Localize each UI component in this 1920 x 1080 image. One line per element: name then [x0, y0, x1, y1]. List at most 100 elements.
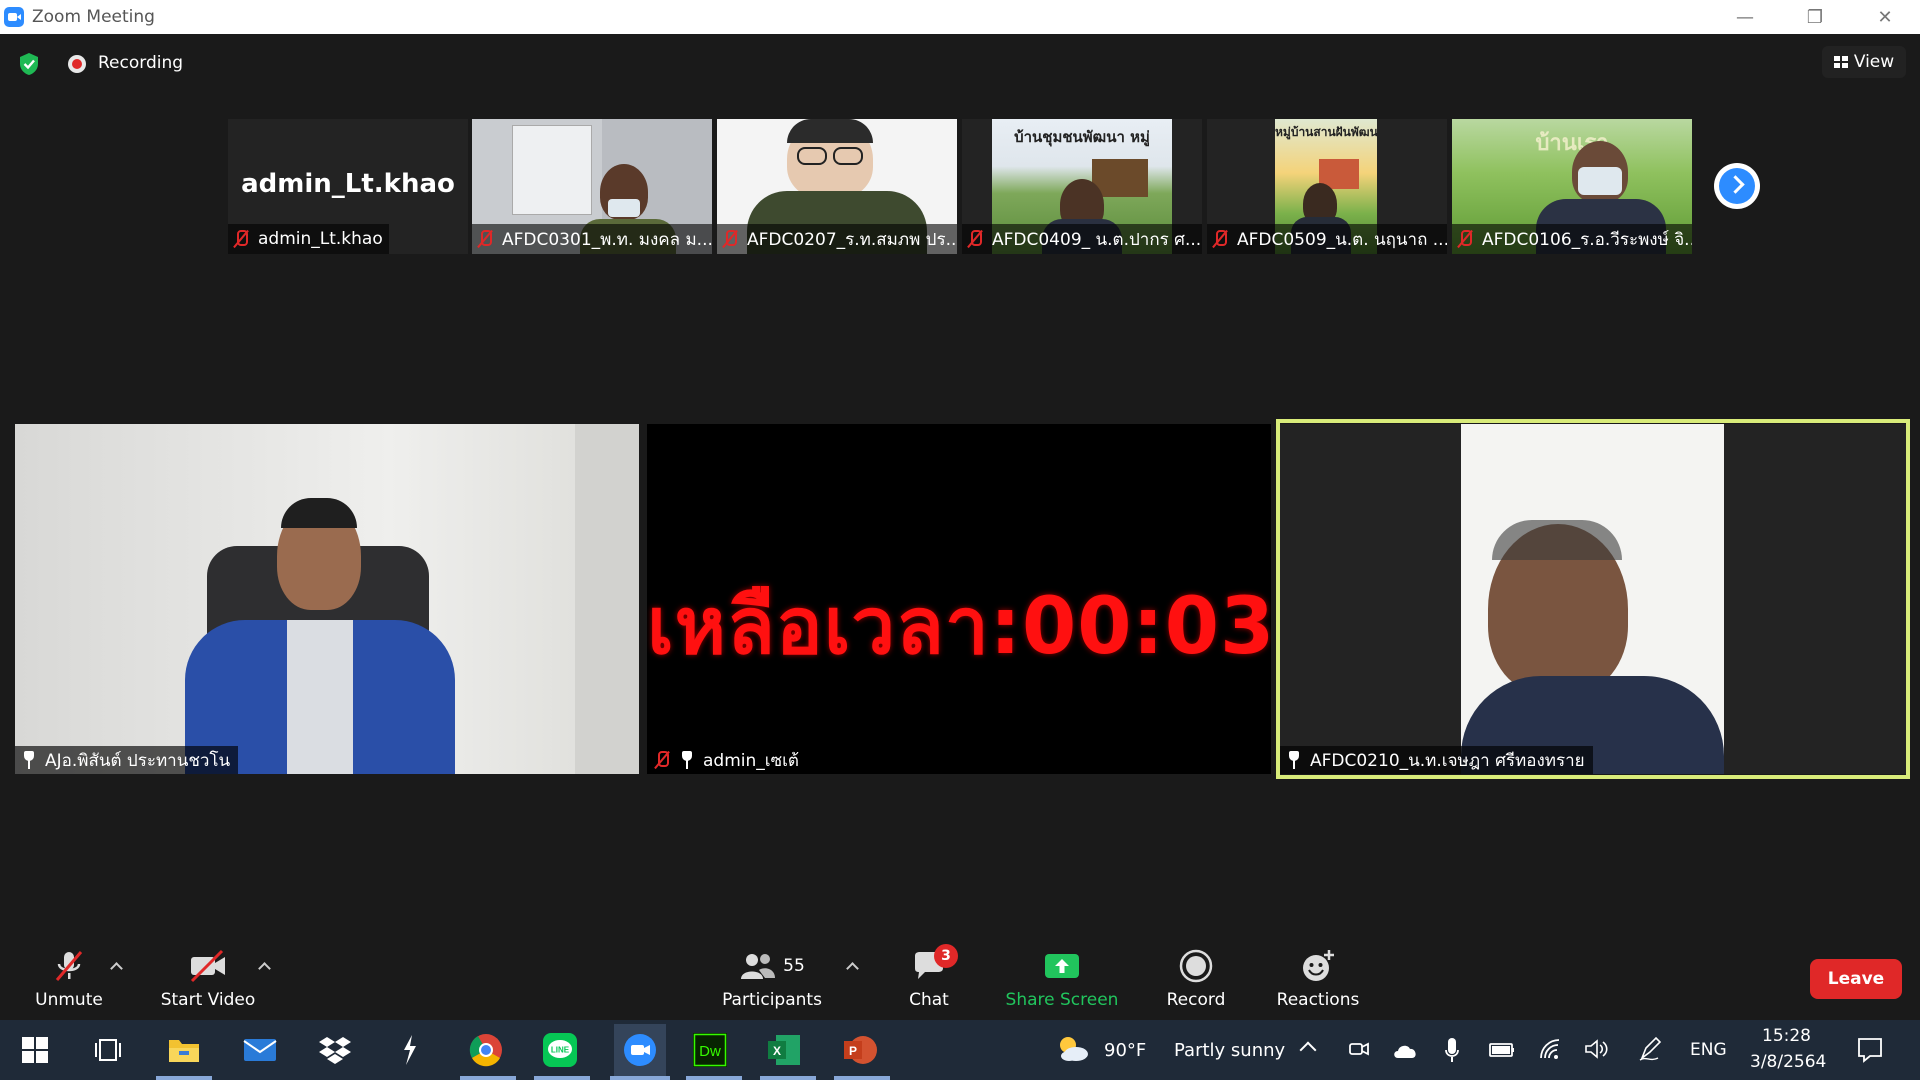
participant-label: AFDC0509_น.ต. นฤนาถ ...: [1207, 224, 1447, 254]
glasses-left: [797, 147, 827, 165]
line-app-icon[interactable]: LINE: [540, 1030, 580, 1070]
participant-label: AFDC0409_ น.ต.ปากร ศ...: [962, 224, 1202, 254]
battery-icon[interactable]: [1488, 1040, 1516, 1060]
wall-edge: [575, 424, 639, 774]
shirt: [287, 620, 353, 774]
notifications-icon[interactable]: [1856, 1036, 1884, 1064]
participant-label: AJอ.พิสันต์ ประทานชวโน: [15, 746, 239, 774]
wall-poster: [512, 125, 592, 215]
participant-name: AFDC0207_ร.ท.สมภพ ปร...: [747, 229, 957, 250]
participant-name-display: admin_Lt.khao: [241, 169, 455, 199]
input-language[interactable]: ENG: [1690, 1040, 1727, 1060]
close-button[interactable]: ✕: [1850, 0, 1920, 34]
windows-taskbar: [0, 1020, 1920, 1080]
view-button[interactable]: View: [1822, 46, 1906, 78]
dreamweaver-active-indicator: [686, 1076, 742, 1080]
video-options-chevron-icon[interactable]: [258, 960, 270, 972]
filmstrip-tile-3[interactable]: AFDC0207_ร.ท.สมภพ ปร...: [717, 119, 957, 254]
reactions-button[interactable]: Reactions: [1270, 940, 1366, 1018]
participant-name: AFDC0409_ น.ต.ปากร ศ...: [992, 229, 1202, 250]
file-explorer-icon[interactable]: [164, 1030, 204, 1070]
people-icon: [741, 954, 776, 979]
app-lightning-icon[interactable]: [390, 1030, 430, 1070]
shield-icon[interactable]: [18, 52, 40, 76]
share-screen-button[interactable]: Share Screen: [1002, 940, 1122, 1018]
minimize-button[interactable]: —: [1710, 0, 1780, 34]
restore-button[interactable]: ❐: [1780, 0, 1850, 34]
dropbox-icon[interactable]: [315, 1030, 355, 1070]
mic-muted-icon: [966, 229, 984, 249]
filmstrip-tile-6[interactable]: บ้านเรา AFDC0106_ร.อ.วีระพงษ์ จิ...: [1452, 119, 1692, 254]
participant-name: AJอ.พิสันต์ ประทานชวโน: [45, 750, 231, 771]
clock-date[interactable]: 3/8/2564: [1750, 1052, 1826, 1072]
meet-now-icon[interactable]: [1348, 1038, 1370, 1062]
title-bar: Zoom Meeting — ❐ ✕: [0, 0, 1920, 34]
leave-button[interactable]: Leave: [1810, 959, 1902, 999]
dreamweaver-icon[interactable]: Dw: [690, 1030, 730, 1070]
volume-icon[interactable]: [1584, 1038, 1610, 1060]
reactions-label: Reactions: [1276, 990, 1360, 1010]
pin-icon: [679, 750, 695, 770]
clock-time[interactable]: 15:28: [1762, 1026, 1811, 1046]
windows-start-icon[interactable]: [15, 1030, 55, 1070]
countdown-timer-text: เหลือเวลา:00:03:53: [647, 582, 1271, 672]
video-tile-1[interactable]: AJอ.พิสันต์ ประทานชวโน: [15, 424, 639, 774]
view-label: View: [1853, 52, 1895, 72]
participants-icon-group: 55: [739, 948, 805, 984]
weather-temperature[interactable]: 90°F: [1104, 1040, 1146, 1061]
mic-muted-icon: [721, 229, 739, 249]
weather-description[interactable]: Partly sunny: [1174, 1040, 1285, 1061]
share-screen-icon: [1045, 954, 1079, 978]
pen-ink-icon[interactable]: [1638, 1036, 1662, 1062]
participant-label: AFDC0106_ร.อ.วีระพงษ์ จิ...: [1452, 224, 1692, 254]
filmstrip-tile-1[interactable]: admin_Lt.khao admin_Lt.khao: [228, 119, 468, 254]
recording-indicator-icon[interactable]: [68, 55, 86, 73]
face-mask: [1578, 167, 1622, 195]
zoom-taskbar-icon[interactable]: [614, 1024, 666, 1076]
participant-name: AFDC0509_น.ต. นฤนาถ ...: [1237, 229, 1447, 250]
svg-text:Dw: Dw: [699, 1043, 721, 1060]
excel-active-indicator: [760, 1076, 816, 1080]
zoom-app-icon: [4, 7, 24, 27]
filmstrip-tile-4[interactable]: บ้านชุมชนพัฒนา หมู่ AFDC0409_ น.ต.ปากร ศ…: [962, 119, 1202, 254]
wifi-icon[interactable]: [1538, 1038, 1562, 1060]
audio-options-chevron-icon[interactable]: [110, 960, 122, 972]
chat-label: Chat: [909, 990, 949, 1010]
video-tile-2[interactable]: เหลือเวลา:00:03:53 admin_เซเต้: [647, 424, 1271, 774]
background-text: หมู่บ้านสานฝันพัฒนา: [1275, 125, 1377, 139]
record-button[interactable]: Record: [1158, 940, 1234, 1018]
onedrive-cloud-icon[interactable]: [1392, 1040, 1420, 1060]
recording-label: Recording: [98, 53, 184, 73]
filmstrip-tile-2[interactable]: AFDC0301_พ.ท. มงคล ม...: [472, 119, 712, 254]
mic-muted-icon: [1456, 229, 1474, 249]
unmute-label: Unmute: [35, 990, 103, 1010]
excel-icon[interactable]: X: [764, 1030, 804, 1070]
powerpoint-icon[interactable]: P: [840, 1030, 880, 1070]
participant-label: AFDC0207_ร.ท.สมภพ ปร...: [717, 224, 957, 254]
task-view-icon[interactable]: [88, 1030, 128, 1070]
smiley-add-icon: [1303, 950, 1334, 981]
background-text: บ้านเรา: [1535, 131, 1609, 156]
record-label: Record: [1166, 990, 1226, 1010]
chrome-icon[interactable]: [466, 1030, 506, 1070]
participants-button[interactable]: 55 Participants: [712, 940, 832, 1018]
start-video-button[interactable]: Start Video: [150, 940, 266, 1018]
filmstrip-tile-5[interactable]: หมู่บ้านสานฝันพัฒนา AFDC0509_น.ต. นฤนาถ …: [1207, 119, 1447, 254]
next-page-button[interactable]: [1714, 163, 1760, 209]
unmute-button[interactable]: Unmute: [24, 940, 114, 1018]
participants-options-chevron-icon[interactable]: [846, 960, 858, 972]
video-off-icon: [190, 949, 225, 983]
participant-label: admin_Lt.khao: [228, 224, 389, 254]
chat-unread-badge: 3: [934, 944, 958, 968]
mail-icon[interactable]: [240, 1030, 280, 1070]
chevron-right-icon: [1726, 175, 1745, 194]
participants-count: 55: [783, 956, 805, 976]
partly-sunny-weather-icon[interactable]: [1056, 1034, 1090, 1064]
participant-name: admin_Lt.khao: [258, 229, 383, 249]
microphone-tray-icon[interactable]: [1444, 1036, 1460, 1064]
active-speaker-highlight: [1276, 419, 1910, 779]
explorer-active-indicator: [156, 1076, 212, 1080]
chrome-active-indicator: [460, 1076, 516, 1080]
zoom-meeting-screen: { "window": { "title": "Zoom Meeting", "…: [0, 0, 1920, 1080]
participant-name: AFDC0106_ร.อ.วีระพงษ์ จิ...: [1482, 229, 1692, 250]
